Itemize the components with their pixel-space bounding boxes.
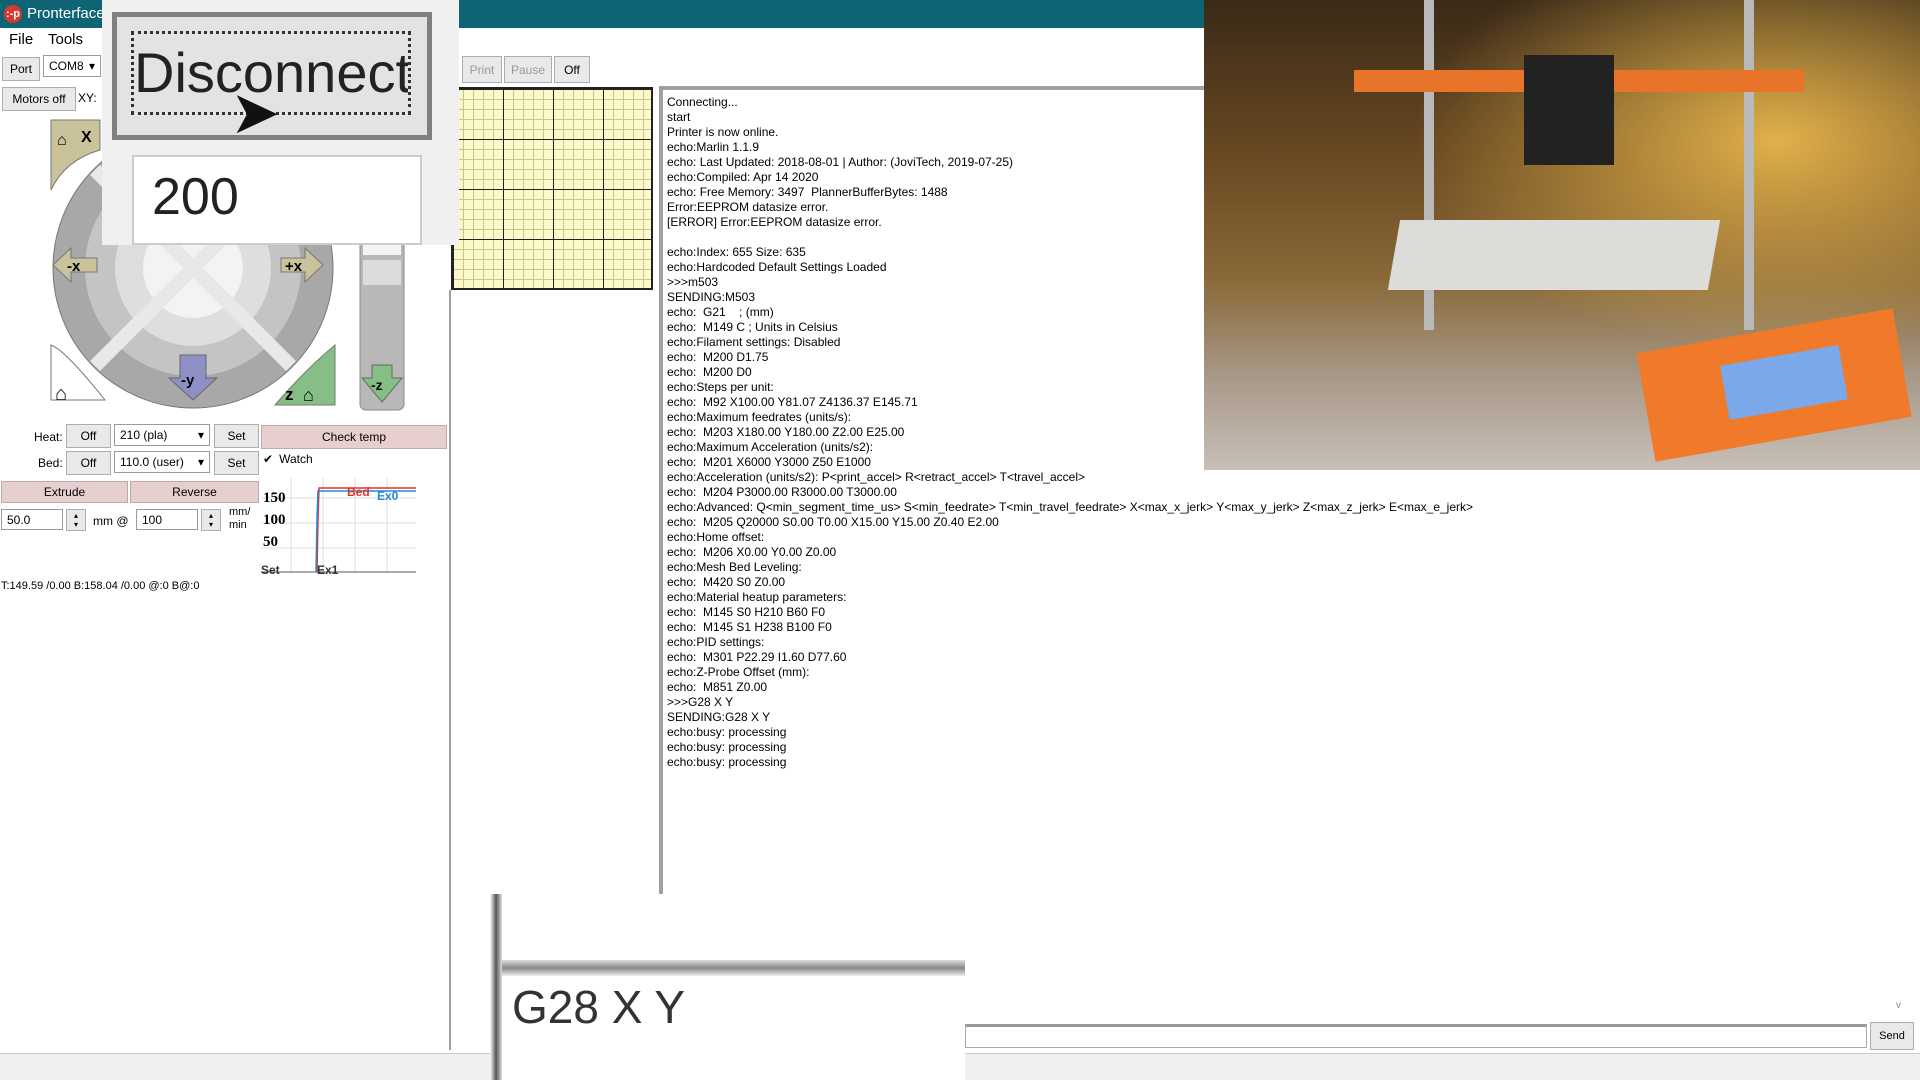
watch-label: Watch xyxy=(279,452,313,466)
bed-temp-select[interactable]: 110.0 (user) ▾ xyxy=(114,451,210,473)
checkbox-checked-icon: ✔ xyxy=(263,452,274,466)
log-line: SENDING:G28 X Y xyxy=(667,710,771,724)
log-line: echo:Home offset: xyxy=(667,530,765,544)
log-line: echo: M206 X0.00 Y0.00 Z0.00 xyxy=(667,545,837,559)
log-line: echo: M205 Q20000 S0.00 T0.00 X15.00 Y15… xyxy=(667,515,999,529)
chevron-down-icon: ▾ xyxy=(197,455,204,469)
off-button[interactable]: Off xyxy=(554,56,590,83)
log-line: echo: M301 P22.29 I1.60 D77.60 xyxy=(667,650,847,664)
heat-set-button[interactable]: Set xyxy=(214,424,259,448)
speed-unit: mm/min xyxy=(229,506,250,532)
unit-top: mm/ xyxy=(229,506,251,518)
xy-label: XY: xyxy=(78,91,97,105)
temp-graph: 150 100 50 Bed Ex0 Ex1 Set xyxy=(261,478,416,577)
ex0-legend: Ex0 xyxy=(377,489,399,503)
heat-label: Heat: xyxy=(34,430,63,444)
menu-file[interactable]: File xyxy=(9,31,33,48)
zoomed-field: 200 xyxy=(132,155,422,245)
port-value: COM8 xyxy=(49,59,84,73)
log-line: echo: M420 S0 Z0.00 xyxy=(667,575,786,589)
motors-off-button[interactable]: Motors off xyxy=(2,87,76,111)
heat-temp-value: 210 (pla) xyxy=(120,428,168,442)
log-line: echo:Z-Probe Offset (mm): xyxy=(667,665,810,679)
port-select[interactable]: COM8 ▾ xyxy=(43,55,101,77)
y-tick: 100 xyxy=(263,512,286,528)
log-line: echo:busy: processing xyxy=(667,755,787,769)
zoomed-command-text: G28 X Y xyxy=(512,981,686,1033)
command-input[interactable] xyxy=(965,1024,1867,1048)
bed-legend: Bed xyxy=(347,485,370,499)
log-line: echo:busy: processing xyxy=(667,740,787,754)
port-button[interactable]: Port xyxy=(2,57,40,81)
minus-y-label: -y xyxy=(181,372,195,389)
reverse-button[interactable]: Reverse xyxy=(130,481,259,503)
print-preview-grid xyxy=(451,87,653,290)
log-line: echo:Mesh Bed Leveling: xyxy=(667,560,802,574)
log-line: echo:PID settings: xyxy=(667,635,765,649)
plus-x-label: +x xyxy=(285,258,303,275)
pause-button[interactable]: Pause xyxy=(504,56,552,83)
minus-z-label: -z xyxy=(371,377,383,393)
zoom-edge xyxy=(490,894,502,1080)
zoom-overlay-disconnect: Disconnect ➤ 200 xyxy=(102,0,459,245)
watch-checkbox[interactable]: ✔ Watch xyxy=(263,452,313,466)
home-icon: ⌂ xyxy=(55,383,67,405)
log-line: >>>G28 X Y xyxy=(667,695,734,709)
status-line: T:149.59 /0.00 B:158.04 /0.00 @:0 B@:0 xyxy=(1,580,200,592)
photo-frame-right xyxy=(1744,0,1754,330)
extrude-length-input[interactable]: 50.0 xyxy=(1,509,63,530)
chevron-down-icon: ▾ xyxy=(197,428,204,442)
zoom-overlay-command: G28 X Y xyxy=(490,894,965,1080)
print-button[interactable]: Print xyxy=(462,56,502,83)
y-tick: 50 xyxy=(263,534,278,550)
log-line: echo: M851 Z0.00 xyxy=(667,680,768,694)
chevron-down-icon: ▾ xyxy=(88,59,95,73)
window-title: Pronterface xyxy=(27,5,105,22)
send-button[interactable]: Send xyxy=(1870,1022,1914,1050)
heat-off-button[interactable]: Off xyxy=(66,424,111,448)
mm-at-label: mm @ xyxy=(93,514,129,528)
check-temp-button[interactable]: Check temp xyxy=(261,425,447,449)
set-legend: Set xyxy=(261,563,280,577)
log-line: echo:Advanced: Q<min_segment_time_us> S<… xyxy=(667,500,1474,514)
length-spinner[interactable]: ▴ ▾ xyxy=(66,509,86,531)
home-z-label: z xyxy=(285,385,294,404)
bed-off-button[interactable]: Off xyxy=(66,451,111,475)
extrude-button[interactable]: Extrude xyxy=(1,481,128,503)
printer-photo xyxy=(1204,0,1920,470)
photo-bed xyxy=(1387,220,1721,290)
log-line: echo: M145 S1 H238 B100 F0 xyxy=(667,620,832,634)
log-line: echo: M204 P3000.00 R3000.00 T3000.00 xyxy=(667,485,897,499)
y-tick: 150 xyxy=(263,490,286,506)
ex0-series xyxy=(315,490,416,573)
minus-x-label: -x xyxy=(67,258,81,275)
z-step[interactable] xyxy=(363,260,401,285)
log-line: echo:Material heatup parameters: xyxy=(667,590,847,604)
extrude-speed-input[interactable]: 100 xyxy=(136,509,198,530)
bed-temp-value: 110.0 (user) xyxy=(120,455,184,469)
photo-extruder xyxy=(1524,55,1614,165)
log-line: echo:busy: processing xyxy=(667,725,787,739)
heat-temp-select[interactable]: 210 (pla) ▾ xyxy=(114,424,210,446)
speed-spinner[interactable]: ▴ ▾ xyxy=(201,509,221,531)
home-icon: ⌂ xyxy=(303,385,314,405)
panel-divider[interactable] xyxy=(449,290,451,1050)
zoom-edge xyxy=(502,960,965,976)
bed-series xyxy=(316,487,416,573)
cursor-icon: ➤ xyxy=(230,79,281,146)
scroll-down-icon[interactable]: v xyxy=(1896,1000,1901,1011)
ex1-legend: Ex1 xyxy=(317,563,339,577)
bed-label: Bed: xyxy=(38,456,63,470)
app-logo-icon: :-p xyxy=(4,5,22,23)
log-line: echo: M145 S0 H210 B60 F0 xyxy=(667,605,826,619)
home-x-label: X xyxy=(81,129,92,146)
bed-set-button[interactable]: Set xyxy=(214,451,259,475)
log-line: echo:Acceleration (units/s2): P<print_ac… xyxy=(667,470,1085,484)
menu-tools[interactable]: Tools xyxy=(48,31,83,48)
home-icon: ⌂ xyxy=(57,132,67,149)
unit-bottom: min xyxy=(229,519,247,531)
